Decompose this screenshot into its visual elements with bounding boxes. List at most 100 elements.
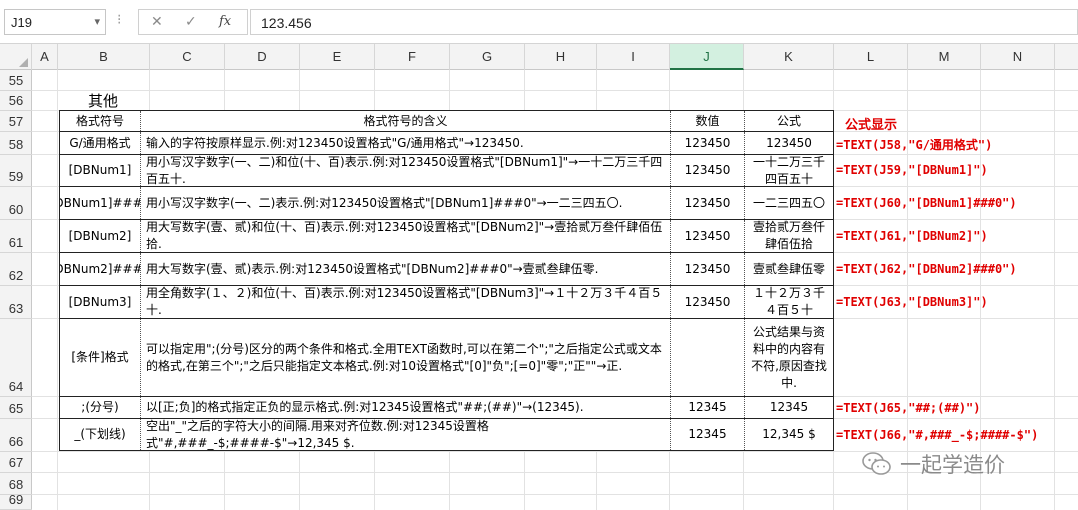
row-header-58[interactable]: 58 xyxy=(0,132,32,155)
cell-result[interactable]: 12,345 $ xyxy=(745,419,833,450)
formula-text: 123.456 xyxy=(261,15,312,31)
row-header-62[interactable]: 62 xyxy=(0,253,32,286)
cell-format-symbol[interactable]: [DBNum1] xyxy=(60,155,141,186)
column-header-n[interactable]: N xyxy=(981,44,1055,70)
row-header-59[interactable]: 59 xyxy=(0,155,32,187)
cell-meaning[interactable]: 可以指定用";(分号)区分的两个条件和格式.全用TEXT函数时,可以在第二个";… xyxy=(141,319,671,396)
formula-buttons: ✕ ✓ fx xyxy=(138,9,248,35)
formula-display[interactable]: =TEXT(J61,"[DBNum2]") xyxy=(836,229,988,243)
row-header-56[interactable]: 56 xyxy=(0,91,32,111)
select-all-button[interactable] xyxy=(0,44,32,70)
column-header-i[interactable]: I xyxy=(597,44,670,70)
column-header-l[interactable]: L xyxy=(834,44,908,70)
format-table: 格式符号 格式符号的含义 数值 公式 G/通用格式 输入的字符按原样显示.例:对… xyxy=(59,110,834,451)
formula-display[interactable]: =TEXT(J63,"[DBNum3]") xyxy=(836,295,988,309)
cell-format-symbol[interactable]: [DBNum3] xyxy=(60,286,141,318)
name-box[interactable]: J19 ▾ xyxy=(4,9,106,35)
table-row: [DBNum2]###0 用大写数字(壹、贰)表示.例:对123450设置格式"… xyxy=(60,253,833,286)
cell-format-symbol[interactable]: [条件]格式 xyxy=(60,319,141,396)
formula-input[interactable]: 123.456 xyxy=(250,9,1078,35)
cell-result[interactable]: 12345 xyxy=(745,397,833,418)
row-header-65[interactable]: 65 xyxy=(0,397,32,419)
check-icon[interactable]: ✓ xyxy=(185,14,197,30)
header-format-symbol[interactable]: 格式符号 xyxy=(60,111,141,131)
row-header-55[interactable]: 55 xyxy=(0,70,32,91)
column-header-g[interactable]: G xyxy=(450,44,525,70)
gridline xyxy=(32,494,1078,495)
column-header-a[interactable]: A xyxy=(32,44,58,70)
drag-handle-icon[interactable]: ⁝ xyxy=(117,12,122,28)
cell-result[interactable]: 一十二万三千四百五十 xyxy=(745,155,833,186)
column-header-h[interactable]: H xyxy=(525,44,597,70)
cell-meaning[interactable]: 用全角数字(１、２)和位(十、百)表示.例:对123450设置格式"[DBNum… xyxy=(141,286,671,318)
column-headers: A B C D E F G H I J K L M N xyxy=(0,44,1078,70)
column-header-e[interactable]: E xyxy=(300,44,375,70)
cell-format-symbol[interactable]: [DBNum2] xyxy=(60,220,141,252)
cancel-icon[interactable]: ✕ xyxy=(151,14,163,30)
formula-display-header[interactable]: 公式显示 xyxy=(845,114,897,133)
cell-value[interactable]: 123450 xyxy=(671,220,745,252)
table-row: [DBNum2] 用大写数字(壹、贰)和位(十、百)表示.例:对123450设置… xyxy=(60,220,833,253)
cell-result[interactable]: 一二三四五〇 xyxy=(745,187,833,219)
row-header-64[interactable]: 64 xyxy=(0,319,32,397)
cell-format-symbol[interactable]: [DBNum1]###0 xyxy=(60,187,141,219)
formula-display[interactable]: =TEXT(J65,"##;(##)") xyxy=(836,401,981,415)
formula-bar: J19 ▾ ⁝ ✕ ✓ fx 123.456 xyxy=(0,0,1078,44)
cell-format-symbol[interactable]: G/通用格式 xyxy=(60,132,141,154)
select-all-icon xyxy=(19,58,28,67)
cell-result[interactable]: 壹拾贰万叁仟肆佰伍拾 xyxy=(745,220,833,252)
formula-display[interactable]: =TEXT(J59,"[DBNum1]") xyxy=(836,163,988,177)
row-header-60[interactable]: 60 xyxy=(0,187,32,220)
name-box-value: J19 xyxy=(11,15,32,30)
cell-meaning[interactable]: 用小写汉字数字(一、二)和位(十、百)表示.例:对123450设置格式"[DBN… xyxy=(141,155,671,186)
cell-meaning[interactable]: 以[正;负]的格式指定正负的显示格式.例:对12345设置格式"##;(##)"… xyxy=(141,397,671,418)
cell-result[interactable]: 123450 xyxy=(745,132,833,154)
row-header-61[interactable]: 61 xyxy=(0,220,32,253)
cell-value[interactable] xyxy=(671,319,745,396)
row-header-66[interactable]: 66 xyxy=(0,419,32,452)
column-header-m[interactable]: M xyxy=(908,44,981,70)
column-header-c[interactable]: C xyxy=(150,44,225,70)
insert-function-icon[interactable]: fx xyxy=(219,14,231,29)
header-formula[interactable]: 公式 xyxy=(745,111,833,131)
cell-format-symbol[interactable]: ;(分号) xyxy=(60,397,141,418)
cell-meaning[interactable]: 用小写汉字数字(一、二)表示.例:对123450设置格式"[DBNum1]###… xyxy=(141,187,671,219)
formula-display[interactable]: =TEXT(J62,"[DBNum2]###0") xyxy=(836,262,1017,276)
header-value[interactable]: 数值 xyxy=(671,111,745,131)
row-header-69[interactable]: 69 xyxy=(0,492,32,510)
cell-value[interactable]: 123450 xyxy=(671,155,745,186)
cell-value[interactable]: 12345 xyxy=(671,419,745,450)
cell-format-symbol[interactable]: _(下划线) xyxy=(60,419,141,450)
cell-meaning[interactable]: 用大写数字(壹、贰)表示.例:对123450设置格式"[DBNum2]###0"… xyxy=(141,253,671,285)
cell-meaning[interactable]: 空出"_"之后的字符大小的间隔.用来对齐位数.例:对12345设置格式"#,##… xyxy=(141,419,671,450)
row-header-57[interactable]: 57 xyxy=(0,111,32,132)
table-row: [DBNum1] 用小写汉字数字(一、二)和位(十、百)表示.例:对123450… xyxy=(60,155,833,187)
formula-display[interactable]: =TEXT(J60,"[DBNum1]###0") xyxy=(836,196,1017,210)
section-title[interactable]: 其他 xyxy=(88,90,118,111)
cell-value[interactable]: 123450 xyxy=(671,253,745,285)
cell-result[interactable]: １十２万３千４百５十 xyxy=(745,286,833,318)
header-meaning[interactable]: 格式符号的含义 xyxy=(141,111,671,131)
cell-meaning[interactable]: 输入的字符按原样显示.例:对123450设置格式"G/通用格式"→123450. xyxy=(141,132,671,154)
formula-display[interactable]: =TEXT(J58,"G/通用格式") xyxy=(836,136,992,153)
cell-value[interactable]: 123450 xyxy=(671,132,745,154)
cell-value[interactable]: 12345 xyxy=(671,397,745,418)
row-header-67[interactable]: 67 xyxy=(0,452,32,473)
cell-meaning[interactable]: 用大写数字(壹、贰)和位(十、百)表示.例:对123450设置格式"[DBNum… xyxy=(141,220,671,252)
column-header-f[interactable]: F xyxy=(375,44,450,70)
cell-value[interactable]: 123450 xyxy=(671,286,745,318)
column-header-k[interactable]: K xyxy=(744,44,834,70)
cell-format-symbol[interactable]: [DBNum2]###0 xyxy=(60,253,141,285)
cell-value[interactable]: 123450 xyxy=(671,187,745,219)
chevron-down-icon[interactable]: ▾ xyxy=(94,15,100,28)
column-header-j[interactable]: J xyxy=(670,44,744,70)
row-header-63[interactable]: 63 xyxy=(0,286,32,319)
column-header-d[interactable]: D xyxy=(225,44,300,70)
formula-display[interactable]: =TEXT(J66,"#,###_-$;####-$") xyxy=(836,428,1038,442)
gridline xyxy=(32,90,1078,91)
cell-result[interactable]: 壹贰叁肆伍零 xyxy=(745,253,833,285)
watermark-text: 一起学造价 xyxy=(900,453,1005,477)
cell-result[interactable]: 公式结果与资料中的内容有不符,原因查找中. xyxy=(745,319,833,396)
column-header-b[interactable]: B xyxy=(58,44,150,70)
table-row: ;(分号) 以[正;负]的格式指定正负的显示格式.例:对12345设置格式"##… xyxy=(60,397,833,419)
